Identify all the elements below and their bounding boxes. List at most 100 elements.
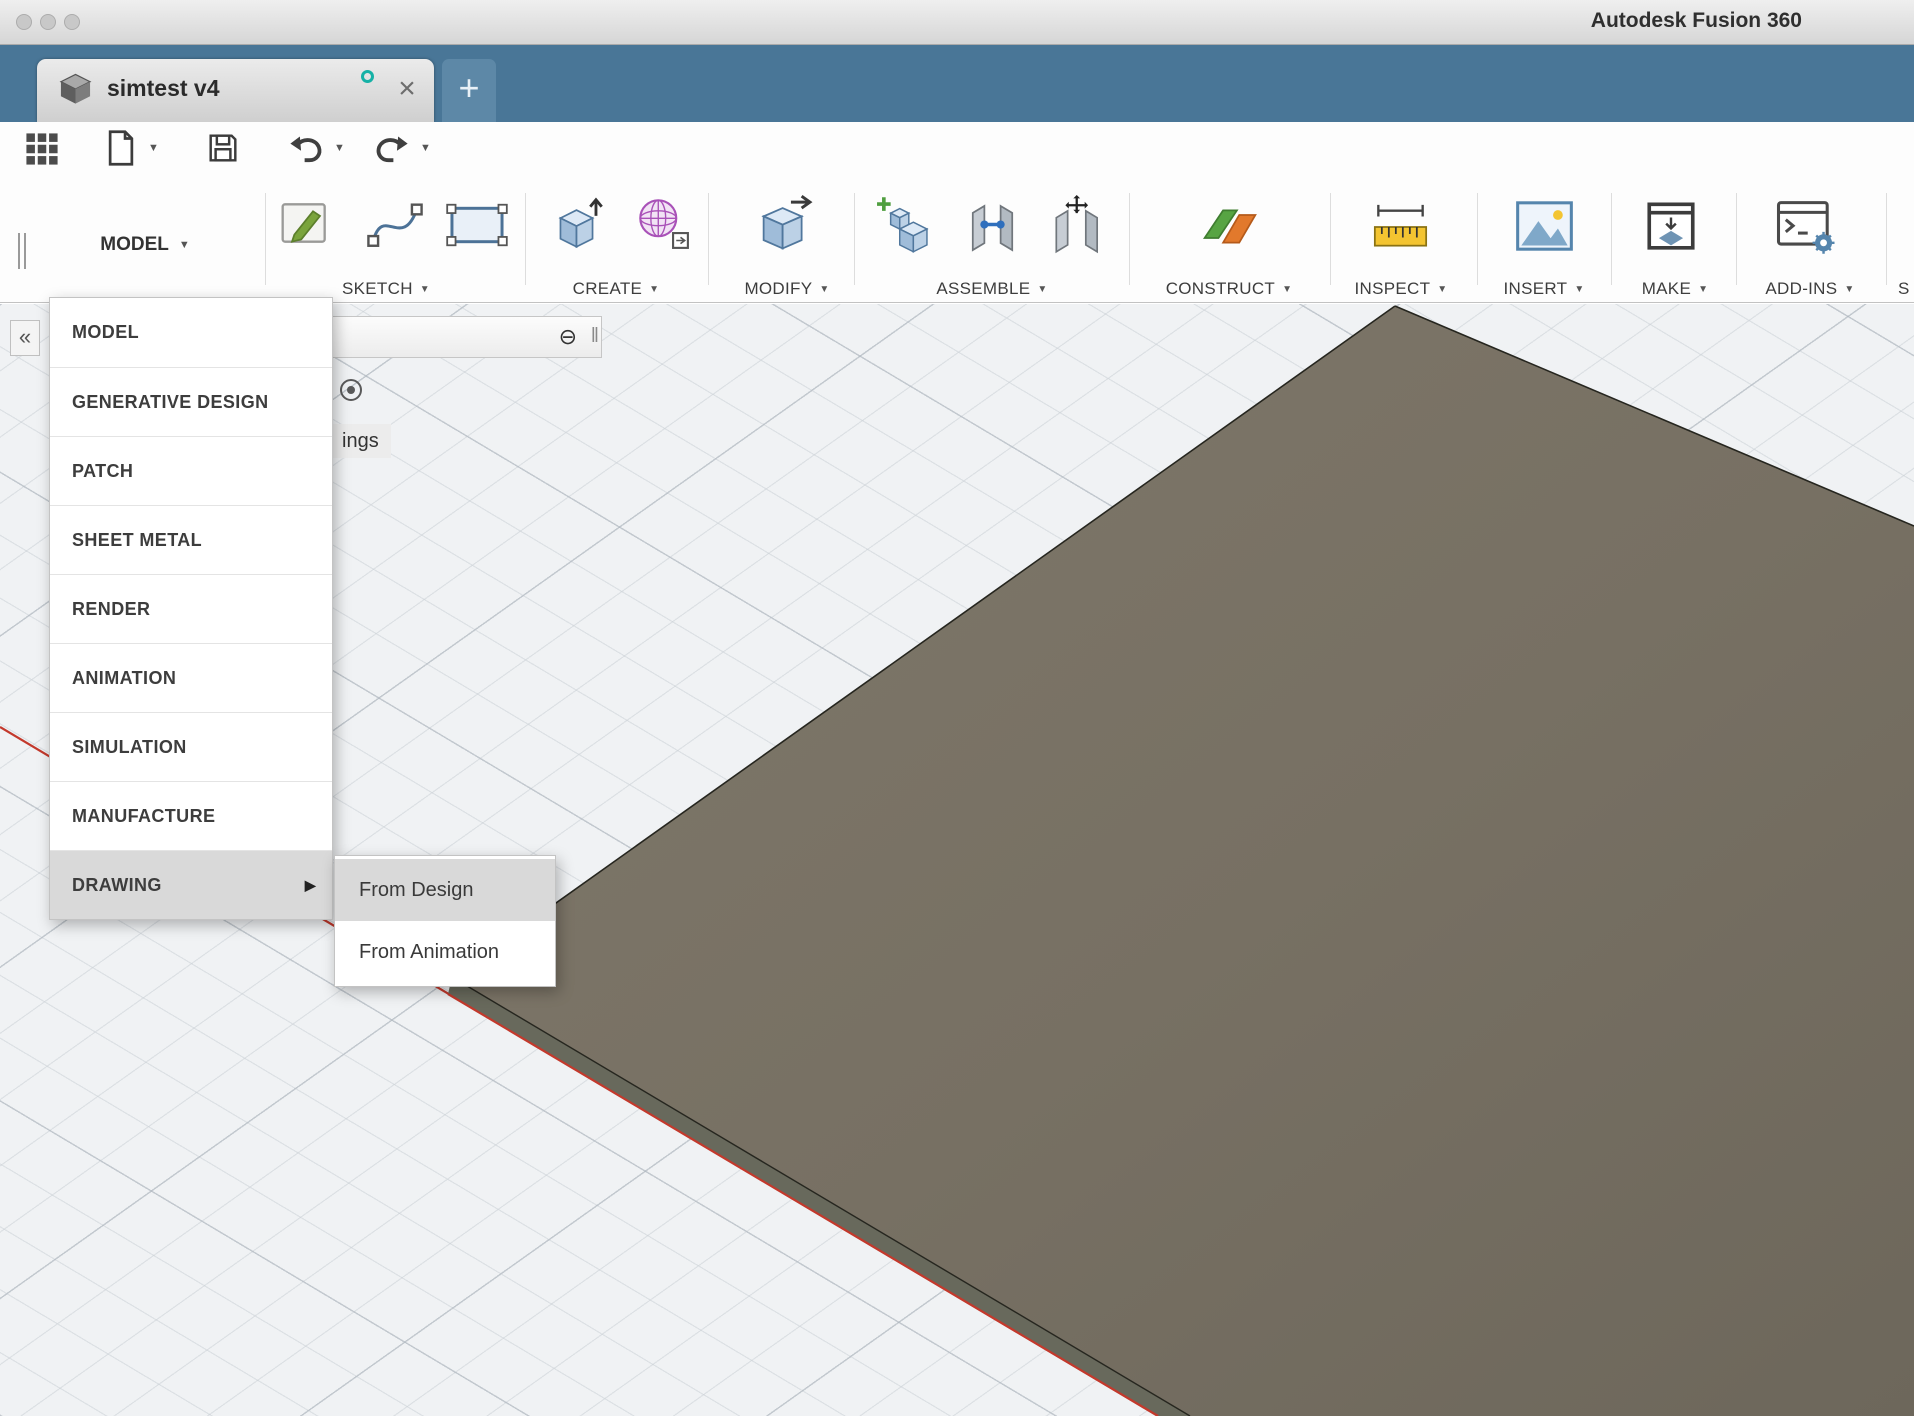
measure-icon[interactable] <box>1370 199 1431 260</box>
undo-menu-caret-icon[interactable]: ▼ <box>334 142 345 154</box>
unsaved-indicator-icon <box>361 70 374 83</box>
menu-item-label: MANUFACTURE <box>72 806 216 826</box>
group-label-text: CREATE <box>572 279 643 298</box>
group-label-text: S <box>1898 279 1910 298</box>
construction-plane-icon[interactable] <box>1200 201 1260 257</box>
undo-icon[interactable] <box>288 134 326 170</box>
group-label-text: CONSTRUCT <box>1165 279 1276 298</box>
workspace-menu-item-manufacture[interactable]: MANUFACTURE <box>50 781 332 850</box>
document-cube-icon <box>57 72 94 111</box>
ribbon-group-label-create[interactable]: CREATE ▼ <box>573 279 660 299</box>
group-label-text: INSPECT <box>1354 279 1431 298</box>
group-label-text: MAKE <box>1641 279 1692 298</box>
ribbon-group-construct: CONSTRUCT ▼ <box>1129 175 1330 303</box>
panel-grip-icon[interactable]: ‖ <box>591 325 599 348</box>
menu-item-label: SHEET METAL <box>72 530 203 550</box>
menu-item-label: DRAWING <box>72 875 162 895</box>
submenu-arrow-icon: ▶ <box>304 877 316 893</box>
scripts-addins-icon[interactable] <box>1776 199 1837 260</box>
caret-down-icon: ▼ <box>1437 283 1448 295</box>
rectangle-tool-icon[interactable] <box>446 201 508 254</box>
browser-node-label-fragment[interactable]: ings <box>330 424 391 458</box>
drawing-submenu: From Design From Animation <box>334 855 556 987</box>
workspace-menu-item-simulation[interactable]: SIMULATION <box>50 712 332 781</box>
caret-down-icon: ▼ <box>649 283 660 295</box>
ribbon-group-label-addins[interactable]: ADD-INS ▼ <box>1765 279 1854 299</box>
macos-titlebar: Autodesk Fusion 360 <box>0 0 1914 45</box>
panel-minimize-icon[interactable]: ⊖ <box>559 324 577 350</box>
group-label-text: ASSEMBLE <box>936 279 1031 298</box>
press-pull-icon[interactable] <box>754 194 816 257</box>
ribbon-group-label-assemble[interactable]: ASSEMBLE ▼ <box>936 279 1047 299</box>
ribbon-group-label-modify[interactable]: MODIFY ▼ <box>744 279 829 299</box>
workspace-menu-item-sheet-metal[interactable]: SHEET METAL <box>50 505 332 574</box>
spline-icon[interactable] <box>366 195 424 258</box>
caret-down-icon: ▼ <box>1037 283 1048 295</box>
ribbon-group-modify: MODIFY ▼ <box>708 175 854 303</box>
menu-item-label: ANIMATION <box>72 668 177 688</box>
new-tab-button[interactable]: + <box>442 59 496 122</box>
caret-down-icon: ▼ <box>1282 283 1293 295</box>
menu-item-label: PATCH <box>72 461 134 481</box>
ribbon-toolbar: MODEL ▼ SKETCH ▼ CREATE ▼ MODIFY ▼ ASSEM… <box>0 175 1914 303</box>
3d-print-icon[interactable] <box>1642 197 1700 260</box>
window-close-button[interactable] <box>16 14 32 30</box>
submenu-item-from-animation[interactable]: From Animation <box>335 921 555 983</box>
ribbon-group-label-inspect[interactable]: INSPECT ▼ <box>1355 279 1448 299</box>
ribbon-group-label-construct[interactable]: CONSTRUCT ▼ <box>1166 279 1293 299</box>
new-body-icon[interactable] <box>549 195 604 260</box>
app-grid-icon[interactable] <box>25 132 59 171</box>
document-tab[interactable]: simtest v4 × <box>37 59 434 122</box>
file-menu-caret-icon[interactable]: ▼ <box>148 142 159 154</box>
window-zoom-button[interactable] <box>64 14 80 30</box>
save-icon[interactable] <box>207 132 239 169</box>
submenu-item-label: From Design <box>359 879 474 901</box>
joint-icon[interactable] <box>968 199 1017 262</box>
ribbon-group-create: CREATE ▼ <box>525 175 708 303</box>
ribbon-grip-handle[interactable] <box>18 233 26 269</box>
ribbon-group-assemble: ASSEMBLE ▼ <box>854 175 1129 303</box>
group-label-text: INSERT <box>1503 279 1568 298</box>
redo-icon[interactable] <box>372 134 410 170</box>
caret-down-icon: ▼ <box>1574 283 1585 295</box>
workspace-menu-item-drawing[interactable]: DRAWING ▶ <box>50 850 332 919</box>
ribbon-group-label-make[interactable]: MAKE ▼ <box>1642 279 1709 299</box>
group-label-text: SKETCH <box>342 279 413 298</box>
browser-collapse-button[interactable]: « <box>10 320 40 356</box>
workspace-menu: MODEL GENERATIVE DESIGN PATCH SHEET META… <box>49 297 333 920</box>
group-label-text: MODIFY <box>744 279 813 298</box>
tab-close-icon[interactable]: × <box>389 70 425 110</box>
workspace-switcher-button[interactable]: MODEL ▼ <box>60 223 230 267</box>
menu-item-label: GENERATIVE DESIGN <box>72 392 269 412</box>
ribbon-group-sketch: SKETCH ▼ <box>265 175 525 303</box>
menu-item-label: SIMULATION <box>72 737 187 757</box>
menu-item-label: RENDER <box>72 599 151 619</box>
create-sketch-icon[interactable] <box>278 195 334 256</box>
window-title: Autodesk Fusion 360 <box>1590 9 1802 32</box>
window-minimize-button[interactable] <box>40 14 56 30</box>
workspace-menu-item-patch[interactable]: PATCH <box>50 436 332 505</box>
workspace-menu-item-generative-design[interactable]: GENERATIVE DESIGN <box>50 367 332 436</box>
ribbon-group-label-insert[interactable]: INSERT ▼ <box>1503 279 1584 299</box>
ribbon-group-insert: INSERT ▼ <box>1477 175 1611 303</box>
visibility-radio-icon[interactable] <box>340 379 362 401</box>
ribbon-group-label-select[interactable]: S <box>1898 279 1910 299</box>
file-icon[interactable] <box>106 129 136 172</box>
ribbon-group-addins: ADD-INS ▼ <box>1736 175 1886 303</box>
ribbon-group-make: MAKE ▼ <box>1611 175 1736 303</box>
submenu-item-from-design[interactable]: From Design <box>335 859 555 921</box>
insert-image-icon[interactable] <box>1514 199 1575 258</box>
mesh-form-icon[interactable] <box>635 195 690 255</box>
new-component-icon[interactable] <box>870 195 934 259</box>
quick-access-toolbar: ▼ ▼ ▼ <box>0 122 1914 175</box>
joint-origin-icon[interactable] <box>1047 195 1111 259</box>
workspace-menu-item-model[interactable]: MODEL <box>50 298 332 367</box>
workspace-menu-item-render[interactable]: RENDER <box>50 574 332 643</box>
redo-menu-caret-icon[interactable]: ▼ <box>420 142 431 154</box>
caret-down-icon: ▼ <box>1698 283 1709 295</box>
workspace-switcher-label: MODEL <box>100 234 169 255</box>
ribbon-group-inspect: INSPECT ▼ <box>1330 175 1477 303</box>
ribbon-group-label-sketch[interactable]: SKETCH ▼ <box>342 279 430 299</box>
workspace-menu-item-animation[interactable]: ANIMATION <box>50 643 332 712</box>
caret-down-icon: ▼ <box>819 283 830 295</box>
